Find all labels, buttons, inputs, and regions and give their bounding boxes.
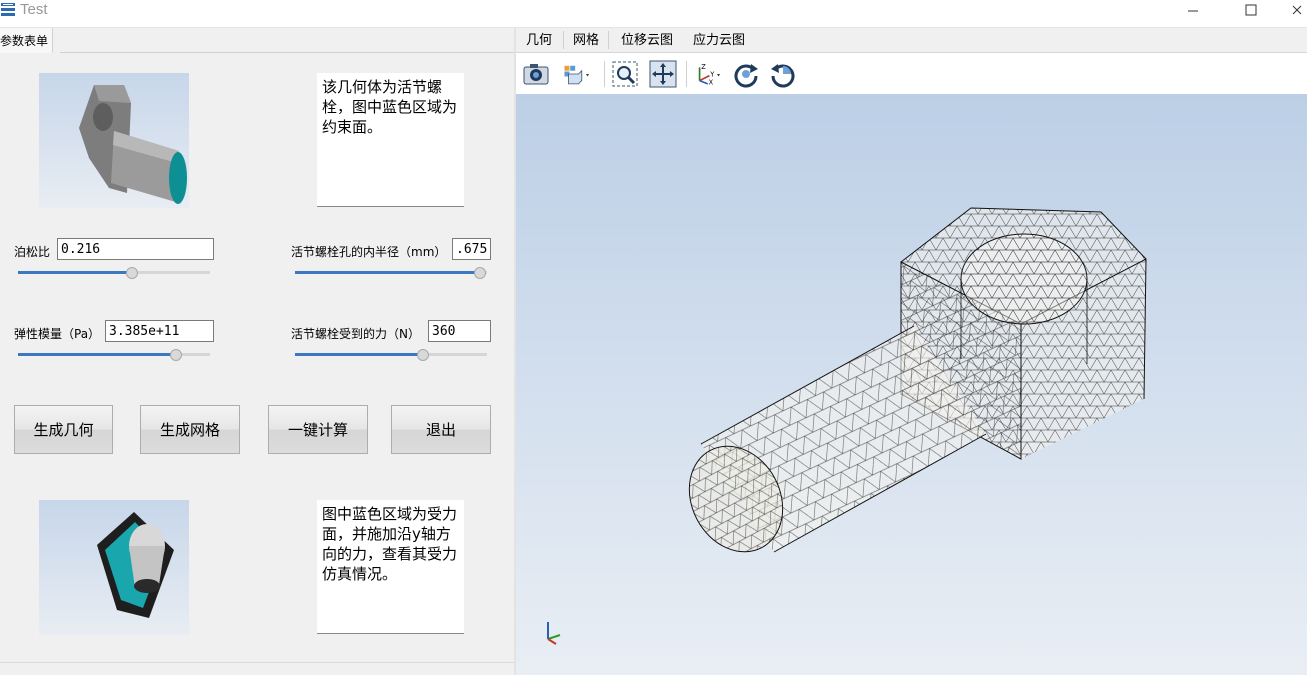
poisson-label: 泊松比 [14,245,51,259]
geometry-preview-image [39,73,189,208]
rotate-ccw-icon[interactable] [769,60,797,88]
svg-text:X: X [709,79,714,87]
viewer-toolbar: Z Y X [516,53,1307,94]
title-bar: Test [0,0,1307,28]
inner-radius-input[interactable]: .675 [452,238,491,260]
elastic-modulus-label: 弹性模量（Pa） [14,327,101,341]
maximize-button[interactable] [1231,0,1271,20]
svg-text:Z: Z [701,63,706,71]
slider-handle[interactable] [170,349,183,361]
minimize-icon [1188,10,1198,12]
viewer-panel: 几何 网格 位移云图 应力云图 Z Y X [516,28,1307,675]
svg-text:Y: Y [709,70,715,78]
force-label: 活节螺栓受到的力（N） [291,327,420,341]
force-input[interactable]: 360 [428,320,491,342]
pan-icon[interactable] [649,60,677,88]
exit-button[interactable]: 退出 [391,405,491,454]
compute-button[interactable]: 一键计算 [268,405,368,454]
tab-stress-contour[interactable]: 应力云图 [685,28,753,52]
close-icon [1292,5,1302,15]
app-icon [1,3,15,16]
panel-bottom-divider [0,662,514,663]
window-title: Test [20,1,48,18]
tab-divider [60,52,514,53]
view-cube-icon[interactable] [562,60,590,88]
parameter-panel: 参数表单 该几何体为活节螺栓，图中蓝色区域为约束面。 泊松比 0.216 活节螺… [0,28,514,675]
generate-geometry-button[interactable]: 生成几何 [14,405,113,454]
orientation-axes-icon [547,622,561,645]
poisson-input[interactable]: 0.216 [57,238,214,260]
slider-handle[interactable] [126,267,139,279]
maximize-icon [1245,4,1257,16]
inner-radius-label: 活节螺栓孔的内半径（mm） [291,245,447,259]
geometry-description: 该几何体为活节螺栓，图中蓝色区域为约束面。 [317,73,464,207]
camera-icon[interactable] [522,60,550,88]
close-button[interactable] [1287,0,1307,20]
inner-radius-slider[interactable] [295,266,487,280]
zoom-fit-icon[interactable] [611,60,639,88]
mesh-model-view [547,207,1147,645]
slider-handle[interactable] [416,349,429,361]
force-slider[interactable] [295,348,487,362]
bolt-load-illustration [97,512,174,618]
poisson-slider[interactable] [18,266,210,280]
generate-mesh-button[interactable]: 生成网格 [140,405,240,454]
axes-icon[interactable]: Z Y X [693,60,721,88]
tab-parameter-form[interactable]: 参数表单 [0,28,54,53]
load-preview-image [39,500,189,635]
tab-geometry[interactable]: 几何 [518,28,560,52]
3d-viewport[interactable] [516,94,1307,675]
load-description: 图中蓝色区域为受力面，并施加沿y轴方向的力，查看其受力仿真情况。 [317,500,464,634]
tab-mesh[interactable]: 网格 [565,28,607,52]
elastic-modulus-input[interactable]: 3.385e+11 [105,320,214,342]
view-menu-bar: 几何 网格 位移云图 应力云图 [516,28,1307,53]
minimize-button[interactable] [1173,0,1213,20]
slider-handle[interactable] [474,267,487,279]
bolt-constraint-illustration [79,85,187,204]
elastic-modulus-slider[interactable] [18,348,210,362]
rotate-cw-icon[interactable] [732,60,760,88]
tab-displacement-contour[interactable]: 位移云图 [613,28,681,52]
